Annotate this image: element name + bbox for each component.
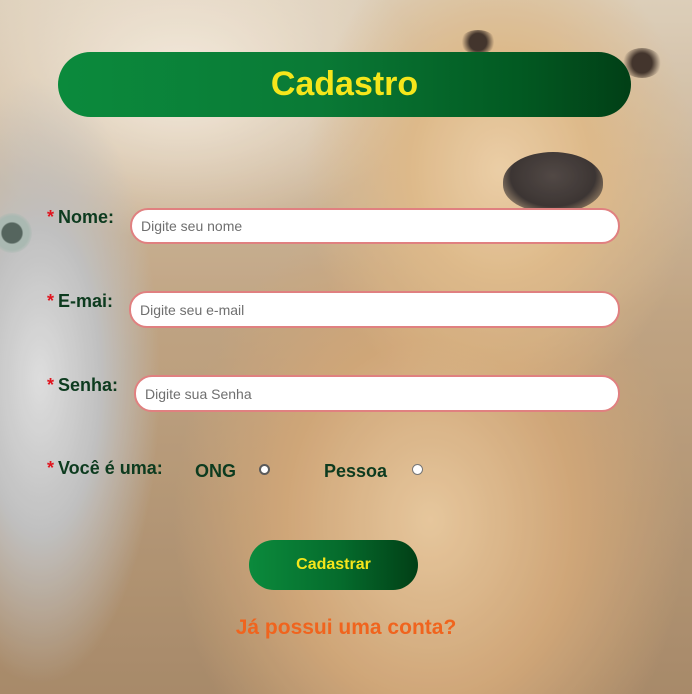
name-label: * Nome: <box>47 207 115 227</box>
required-mark: * <box>47 291 55 311</box>
name-input[interactable] <box>130 208 620 244</box>
email-input[interactable] <box>129 291 620 328</box>
email-label: * E-mai: <box>47 291 114 311</box>
register-button[interactable]: Cadastrar <box>249 540 418 590</box>
type-label: * Você é uma: <box>47 458 163 478</box>
pessoa-radio[interactable] <box>412 464 423 475</box>
page-title: Cadastro <box>270 65 419 103</box>
ong-radio[interactable] <box>259 464 270 475</box>
required-mark: * <box>47 375 55 395</box>
login-link[interactable]: Já possui uma conta? <box>0 616 692 640</box>
password-input[interactable] <box>134 375 620 412</box>
required-mark: * <box>47 458 55 478</box>
required-mark: * <box>47 207 55 227</box>
pessoa-option-label: Pessoa <box>324 461 388 481</box>
page-header: Cadastro <box>58 52 631 117</box>
ong-option-label: ONG <box>195 461 237 481</box>
password-label: * Senha: <box>47 375 119 395</box>
